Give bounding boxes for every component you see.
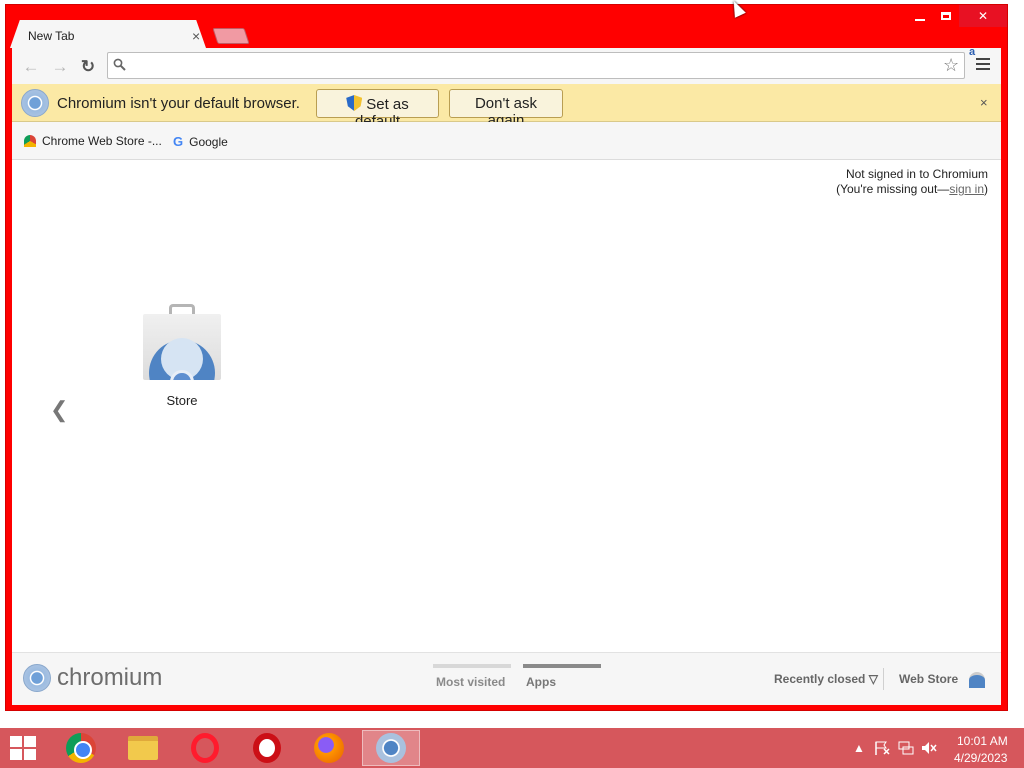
reload-button[interactable]: ↻ [77,56,99,78]
menu-icon[interactable] [976,58,990,73]
google-icon: G [173,134,184,149]
signin-prompt-text: (You're missing out— [836,182,950,196]
firefox-icon [314,733,344,763]
opera-gx-icon [253,733,281,763]
folder-icon [128,736,158,760]
sign-in-link[interactable]: sign in [949,182,984,196]
signin-prompt: (You're missing out—sign in) [836,182,988,196]
recently-closed-button[interactable]: Recently closed ▽ [774,672,878,686]
clock-date[interactable]: 4/29/2023 [954,751,1007,765]
minimize-icon [915,19,925,21]
taskbar-firefox[interactable] [300,730,358,766]
most-visited-indicator [433,664,511,668]
maximize-button[interactable] [933,5,959,27]
minimize-button[interactable] [907,5,933,27]
windows-logo-pane [10,736,22,747]
footer-divider [883,668,884,690]
bookmark-label: Chrome Web Store -... [42,134,162,148]
shield-icon [346,95,363,111]
omnibox-input[interactable] [107,52,965,79]
close-window-button[interactable]: ✕ [959,5,1007,27]
dont-ask-again-button[interactable]: Don't ask again [449,89,563,129]
bookmark-label: Google [189,135,228,149]
windows-logo-pane [24,736,36,747]
new-tab-button[interactable] [212,28,250,44]
set-as-default-button[interactable]: Set as default [316,89,439,130]
windows-logo-pane [10,749,22,760]
maximize-icon [941,12,951,20]
signin-status: Not signed in to Chromium [845,167,988,181]
infobar-message: Chromium isn't your default browser. [57,95,300,112]
tab-title: New Tab [28,29,75,43]
store-bag-icon [143,314,221,380]
web-store-icon[interactable] [969,672,985,688]
bookmark-chrome-web-store[interactable]: Chrome Web Store -... [24,134,162,148]
chrome-icon [66,733,96,763]
taskbar-file-explorer[interactable] [114,730,172,766]
web-store-link[interactable]: Web Store [899,672,958,686]
chromium-brand: chromium [57,664,163,691]
store-app-label: Store [166,393,198,408]
taskbar-chrome[interactable] [52,730,110,766]
chromium-icon [376,733,406,763]
store-app-tile[interactable] [143,304,221,380]
web-store-icon [24,135,36,147]
signin-prompt-end: ) [984,182,988,196]
taskbar-opera-gx[interactable] [238,730,296,766]
tab-close-icon[interactable]: × [192,28,200,44]
extension-icon[interactable]: a [969,46,975,58]
clock-time[interactable]: 10:01 AM [957,734,1008,748]
infobar-close-icon[interactable]: × [980,95,988,110]
start-button[interactable] [10,736,38,760]
tab-most-visited[interactable]: Most visited [436,675,505,689]
forward-button[interactable]: → [49,56,71,78]
search-icon [113,58,126,74]
store-bag-handle [169,304,195,314]
taskbar-opera[interactable] [176,730,234,766]
tray-overflow-icon[interactable]: ▲ [853,741,865,755]
windows-logo-pane [24,749,36,760]
bookmark-google[interactable]: G Google [173,134,228,149]
bookmark-star-icon[interactable]: ☆ [943,55,959,76]
window-controls: ✕ [907,5,1007,27]
action-center-flag-icon[interactable] [874,741,890,758]
back-button[interactable]: ← [20,56,42,78]
opera-icon [191,733,219,763]
chromium-logo-icon [23,664,51,692]
apps-indicator [523,664,601,668]
taskbar-chromium[interactable] [362,730,420,766]
page-left-arrow-icon[interactable]: ❮ [50,397,68,423]
tab-apps[interactable]: Apps [526,675,556,689]
volume-muted-icon[interactable] [921,741,937,758]
network-icon[interactable] [898,741,914,758]
chromium-logo-icon [21,89,49,117]
